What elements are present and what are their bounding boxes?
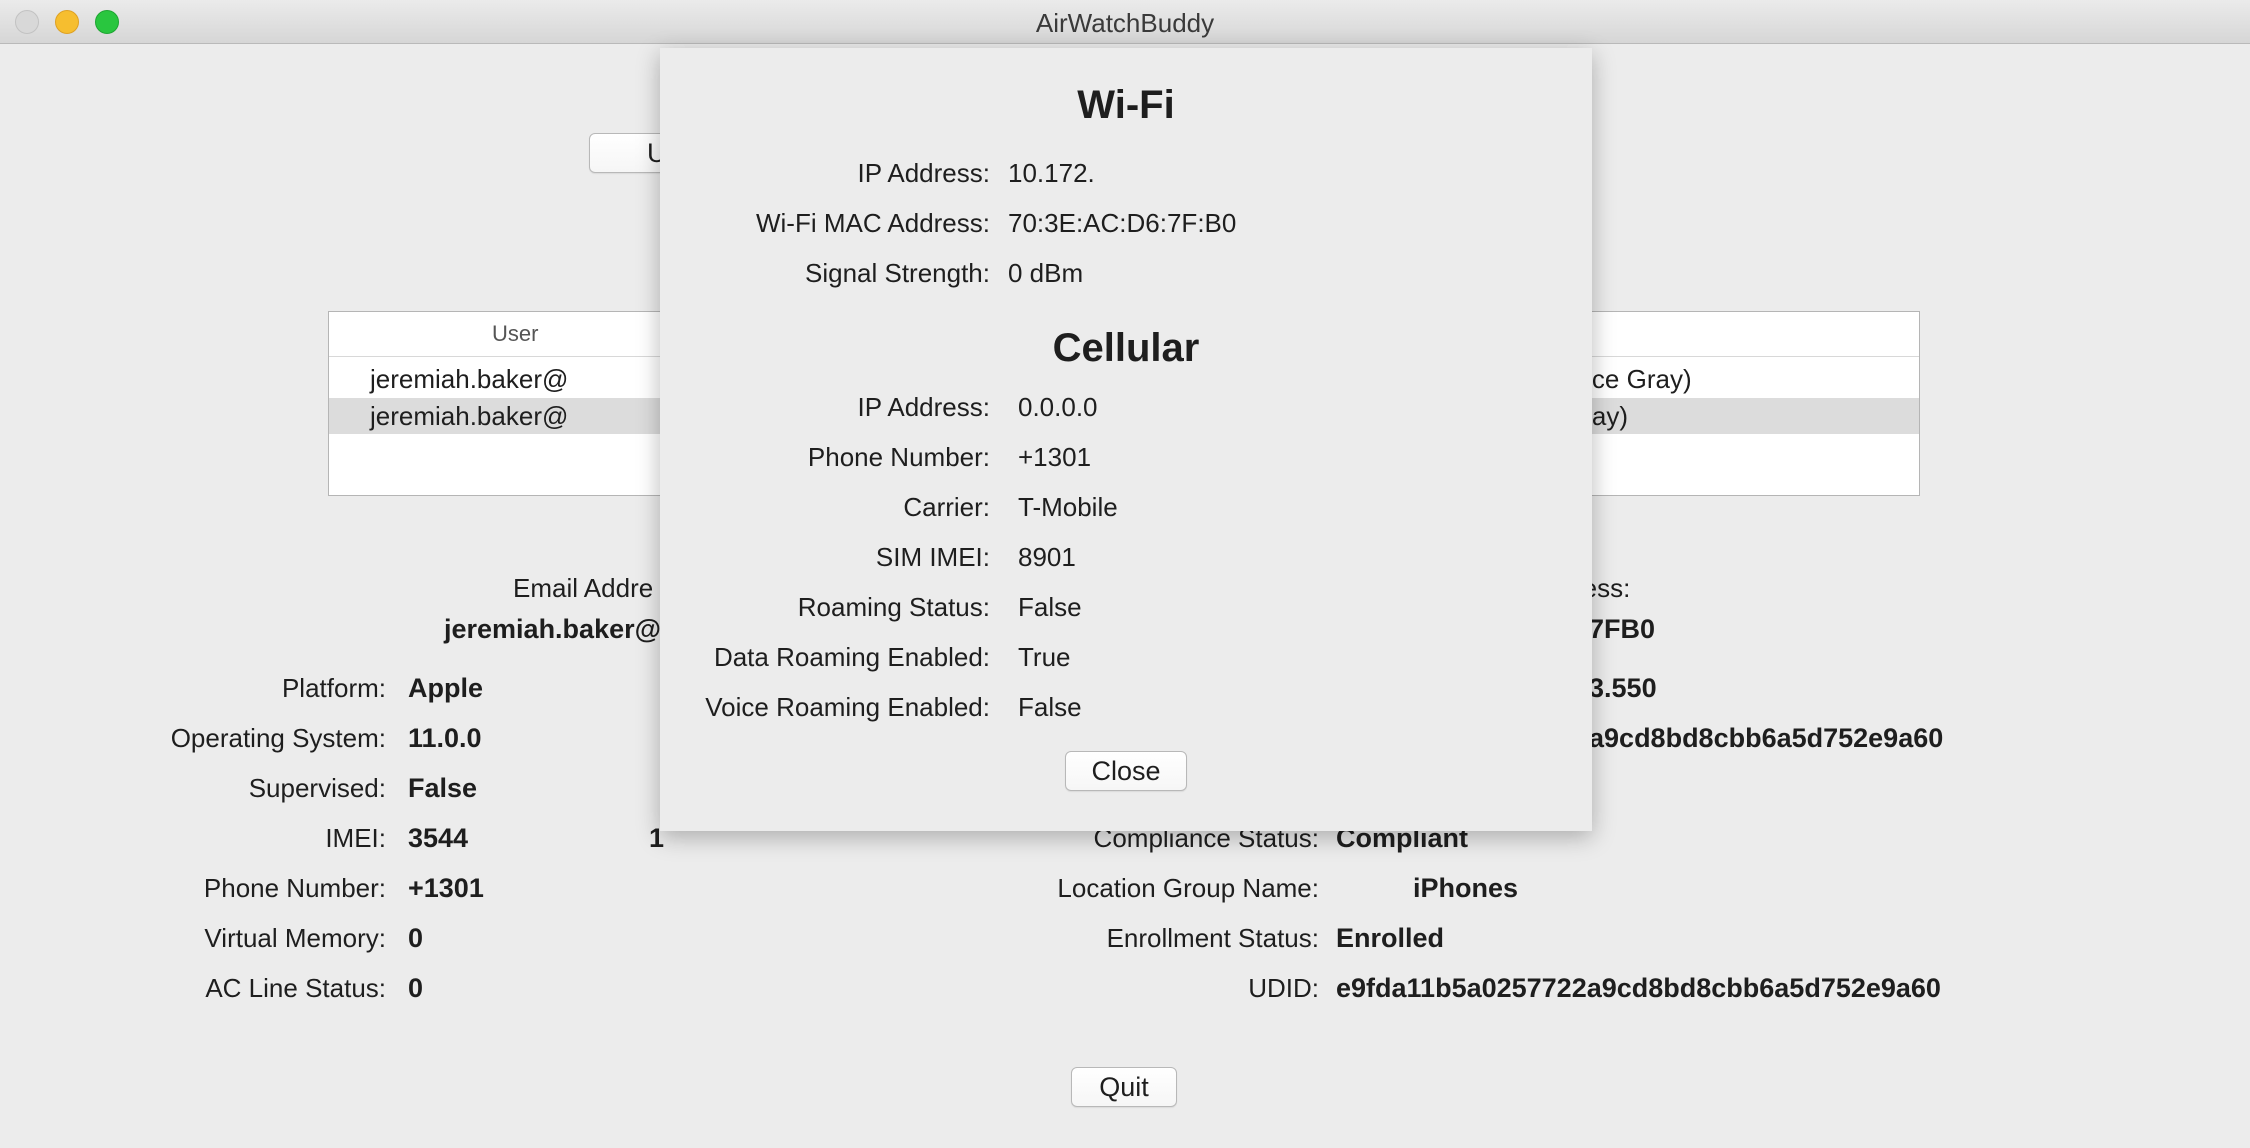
title-bar: AirWatchBuddy [0, 0, 2250, 44]
signal-strength-value: 0 dBm [1008, 258, 1084, 288]
operating-system-value: 11.0.0 [408, 723, 482, 753]
column-header-user[interactable]: User [492, 321, 538, 347]
enrollment-status-value: Enrolled [1336, 923, 1445, 953]
sim-imei-label: SIM IMEI: [875, 542, 990, 572]
wifi-mac-address-label: Wi-Fi MAC Address: [755, 208, 990, 238]
user-cell: jeremiah.baker@ [370, 364, 569, 394]
app-window: AirWatchBuddy U User jeremiah.baker@ pac… [0, 0, 2250, 1148]
detail-value-partial: 2a9cd8bd8cbb6a5d752e9a60 [1574, 723, 1944, 753]
enrollment-status-label: Enrollment Status: [1106, 923, 1319, 953]
carrier-value: T-Mobile [1018, 492, 1118, 522]
close-button[interactable]: Close [1065, 751, 1187, 791]
imei-value: 3544 [408, 823, 469, 853]
voice-roaming-enabled-value: False [1018, 692, 1082, 722]
ac-line-status-label: AC Line Status: [205, 973, 386, 1003]
wifi-ip-address-label: IP Address: [857, 158, 991, 188]
email-address-label: Email Addre [513, 573, 654, 603]
roaming-status-label: Roaming Status: [797, 592, 990, 622]
udid-label: UDID: [1248, 973, 1319, 1003]
location-group-name-value: iPhones [1413, 873, 1519, 903]
quit-button[interactable]: Quit [1071, 1067, 1177, 1107]
phone-number-label: Phone Number: [203, 873, 386, 903]
virtual-memory-label: Virtual Memory: [204, 923, 386, 953]
supervised-label: Supervised: [248, 773, 386, 803]
supervised-value: False [408, 773, 478, 803]
window-title: AirWatchBuddy [1035, 8, 1215, 38]
wifi-section-title: Wi-Fi [1077, 83, 1175, 127]
carrier-label: Carrier: [903, 492, 990, 522]
sim-imei-value: 8901 [1018, 542, 1076, 572]
email-address-value: jeremiah.baker@ [444, 614, 661, 644]
data-roaming-enabled-label: Data Roaming Enabled: [713, 642, 990, 672]
phone-number-value: +1301 [408, 873, 484, 903]
data-roaming-enabled-value: True [1018, 642, 1071, 672]
wifi-mac-address-value: 70:3E:AC:D6:7F:B0 [1008, 208, 1237, 238]
cellular-section-title: Cellular [1052, 326, 1200, 370]
voice-roaming-enabled-label: Voice Roaming Enabled: [705, 692, 990, 722]
location-group-name-label: Location Group Name: [1057, 873, 1319, 903]
user-cell: jeremiah.baker@ [370, 401, 569, 431]
operating-system-label: Operating System: [170, 723, 386, 753]
cellular-ip-address-label: IP Address: [857, 392, 991, 422]
wifi-ip-address-value: 10.172. [1008, 158, 1095, 188]
roaming-status-value: False [1018, 592, 1082, 622]
cellular-ip-address-value: 0.0.0.0 [1018, 392, 1098, 422]
phone-number-label: Phone Number: [807, 442, 990, 472]
platform-label: Platform: [281, 673, 386, 703]
imei-label: IMEI: [325, 823, 386, 853]
virtual-memory-value: 0 [408, 923, 424, 953]
udid-value: e9fda11b5a0257722a9cd8bd8cbb6a5d752e9a60 [1336, 973, 1941, 1003]
phone-number-value: +1301 [1018, 442, 1092, 472]
platform-value: Apple [408, 673, 484, 703]
ac-line-status-value: 0 [408, 973, 424, 1003]
signal-strength-label: Signal Strength: [804, 258, 990, 288]
network-info-sheet: Wi-Fi IP Address: 10.172. Wi-Fi MAC Addr… [660, 48, 1592, 831]
